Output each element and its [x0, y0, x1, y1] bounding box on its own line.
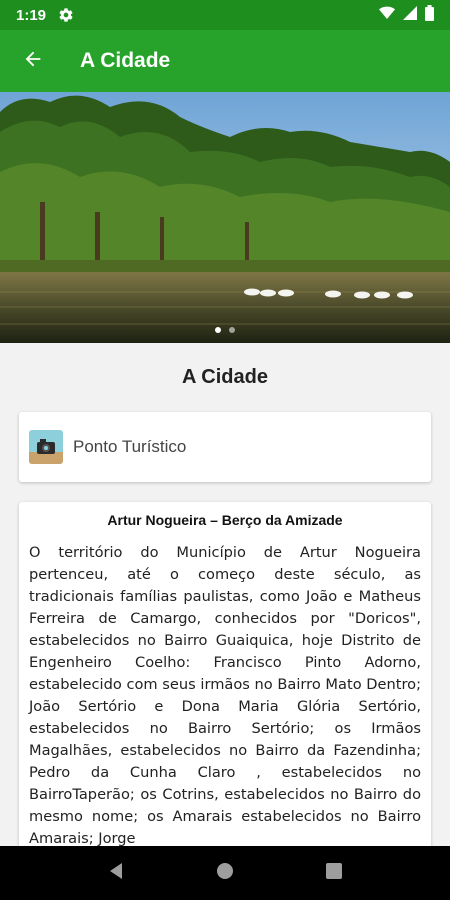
back-button[interactable] — [16, 44, 50, 78]
lake-photo — [0, 92, 450, 343]
nav-recents-button[interactable] — [314, 853, 354, 893]
description-card: Artur Nogueira – Berço da Amizade O terr… — [19, 502, 431, 862]
nav-home-button[interactable] — [205, 853, 245, 893]
category-card[interactable]: Ponto Turístico — [19, 412, 431, 482]
system-nav-bar — [0, 846, 450, 900]
status-bar: 1:19 — [0, 0, 450, 30]
nav-back-icon — [107, 862, 125, 885]
description-body: O território do Município de Artur Nogue… — [29, 544, 421, 847]
wifi-icon — [379, 6, 395, 25]
nav-back-button[interactable] — [96, 853, 136, 893]
nav-home-icon — [216, 862, 234, 885]
signal-icon — [403, 5, 417, 25]
gear-icon — [58, 7, 74, 23]
carousel-dot[interactable] — [229, 327, 235, 333]
nav-recents-icon — [325, 862, 342, 884]
status-time: 1:19 — [16, 6, 47, 24]
arrow-back-icon — [22, 48, 44, 75]
description-heading: Artur Nogueira – Berço da Amizade — [107, 512, 343, 528]
carousel-indicator — [0, 327, 450, 333]
battery-icon — [425, 4, 434, 26]
camera-icon — [29, 430, 63, 464]
section-title: A Cidade — [182, 366, 268, 388]
category-label: Ponto Turístico — [73, 437, 187, 456]
image-carousel[interactable] — [0, 92, 450, 343]
carousel-dot[interactable] — [215, 327, 221, 333]
app-title: A Cidade — [80, 49, 171, 72]
app-bar: A Cidade — [0, 30, 450, 92]
